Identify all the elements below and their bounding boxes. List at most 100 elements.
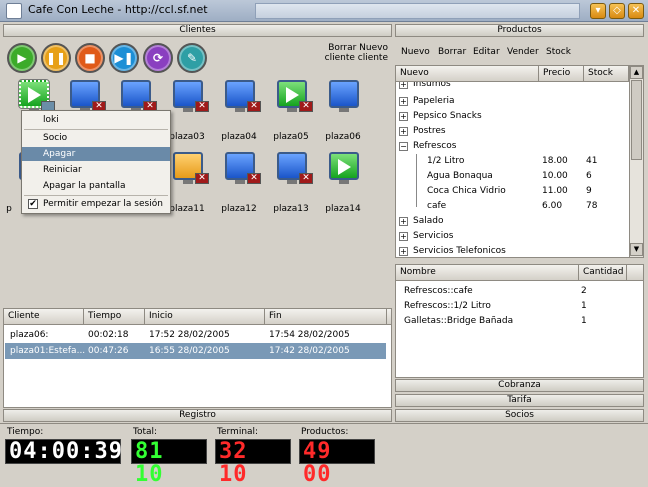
scroll-thumb[interactable] [631,80,642,160]
tree-row-coca-chica[interactable]: Coca Chica Vidrio 11.00 9 [396,184,626,199]
expand-icon[interactable]: + [399,217,408,226]
col-fin[interactable]: Fin [265,309,387,325]
pause-button[interactable]: ❚❚ [41,43,71,73]
window-menu-icon[interactable] [6,3,22,19]
tree-row-papeleria[interactable]: + Papeleria [396,94,626,109]
client-label: plaza12 [221,204,257,214]
play-button[interactable]: ▶ [7,43,37,73]
tree-row-postres[interactable]: + Postres [396,124,626,139]
cell-cantidad: 2 [581,286,587,296]
tree-row-refrescos[interactable]: − Refrescos [396,139,626,154]
status-bar: Tiempo: 04:00:39 Total: 81 10 Terminal: … [0,423,648,486]
scroll-down-icon[interactable]: ▼ [630,243,643,256]
client-label: plaza04 [221,132,257,142]
table-row[interactable]: Galletas::Bridge Bañada 1 [396,313,643,329]
products-tree: Nuevo Precio Stock + Insumos + Papeleria +… [395,65,644,258]
col-precio[interactable]: Precio [539,66,584,82]
client-plaza12[interactable]: ✕ plaza12 [211,152,267,218]
registro-tab[interactable]: Registro [3,409,392,422]
table-row[interactable]: plaza01:Estefa... 00:47:26 16:55 28/02/2… [5,343,386,359]
expand-icon[interactable]: + [399,247,408,256]
menu-vender[interactable]: Vender [507,44,539,60]
col-nombre[interactable]: Nombre [396,265,579,281]
toolbar-hint: Borrar Nuevo cliente cliente [320,43,388,63]
tree-stock: 6 [586,171,592,181]
menu-item-loki[interactable]: loki [22,113,170,127]
title-field [255,3,580,19]
menu-item-permitir-sesion[interactable]: Permitir empezar la sesión [22,197,170,211]
col-cantidad[interactable]: Cantidad [579,265,627,281]
tree-row-insumos[interactable]: + Insumos [396,82,626,92]
menu-item-apagar[interactable]: Apagar [22,147,170,161]
col-inicio[interactable]: Inicio [145,309,265,325]
toolbar-hint-line1: Borrar Nuevo [328,43,388,53]
col-tiempo[interactable]: Tiempo [84,309,145,325]
productos-header[interactable]: Productos [395,24,644,37]
menu-nuevo[interactable]: Nuevo [401,44,430,60]
menu-item-apagar-pantalla[interactable]: Apagar la pantalla [22,179,170,193]
table-row[interactable]: plaza06: 00:02:18 17:52 28/02/2005 17:54… [4,327,391,343]
expand-icon[interactable]: + [399,232,408,241]
skip-button[interactable]: ▶❚ [109,43,139,73]
menu-stock[interactable]: Stock [546,44,571,60]
tree-row-pepsico[interactable]: + Pepsico Snacks [396,109,626,124]
expand-icon[interactable]: + [399,127,408,136]
tree-stock: 41 [586,156,598,166]
tab-socios[interactable]: Socios [395,409,644,422]
client-plaza13[interactable]: ✕ plaza13 [263,152,319,218]
cell-fin: 17:42 28/02/2005 [269,346,350,356]
client-plaza05[interactable]: ✕ plaza05 [263,80,319,146]
client-plaza14[interactable]: plaza14 [315,152,371,218]
expand-icon[interactable]: + [399,82,408,89]
col-nuevo[interactable]: Nuevo [396,66,539,82]
client-label: plaza13 [273,204,309,214]
tree-row-salado[interactable]: + Salado [396,214,626,229]
monitor-icon: ✕ [70,80,106,112]
sessions-table: Cliente Tiempo Inicio Fin plaza06: 00:02… [3,308,392,408]
tree-row-servicios-telefonicos[interactable]: + Servicios Telefonicos [396,244,626,257]
cell-cliente: plaza06: [10,330,49,340]
close-icon[interactable]: ✕ [628,3,644,19]
tab-tarifa[interactable]: Tarifa [395,394,644,407]
expand-icon[interactable]: + [399,97,408,106]
products-scrollbar[interactable]: ▲ ▼ [629,66,643,257]
table-row[interactable]: Refrescos::1/2 Litro 1 [396,298,643,314]
client-plaza06[interactable]: plaza06 [315,80,371,146]
pause-icon: ❚❚ [45,51,67,65]
table-row[interactable]: Refrescos::cafe 2 [396,283,643,299]
menu-item-socio[interactable]: Socio [22,131,170,145]
edit-button[interactable]: ✎ [177,43,207,73]
terminal-display: 32 10 [215,439,291,486]
tree-row-agua-bonaqua[interactable]: Agua Bonaqua 10.00 6 [396,169,626,184]
tree-row-cafe[interactable]: cafe 6.00 78 [396,199,626,214]
client-label: plaza14 [325,204,361,214]
tree-row-medio-litro[interactable]: 1/2 Litro 18.00 41 [396,154,626,169]
stop-button[interactable]: ■ [75,43,105,73]
menu-item-reiniciar[interactable]: Reiniciar [22,163,170,177]
menu-separator [24,195,168,196]
sync-button[interactable]: ⟳ [143,43,173,73]
collapse-icon[interactable]: − [399,142,408,151]
col-stock[interactable]: Stock [584,66,629,82]
cell-tiempo: 00:02:18 [88,330,129,340]
cell-inicio: 17:52 28/02/2005 [149,330,230,340]
menu-editar[interactable]: Editar [473,44,500,60]
minimize-icon[interactable]: ▾ [590,3,606,19]
expand-icon[interactable]: + [399,112,408,121]
maximize-icon[interactable]: ◇ [609,3,625,19]
monitor-icon: ✕ [225,152,261,184]
client-plaza04[interactable]: ✕ plaza04 [211,80,267,146]
tree-label: cafe [427,201,447,211]
monitor-icon: ✕ [173,152,209,184]
scroll-up-icon[interactable]: ▲ [630,66,643,79]
productos-display: 49 00 [299,439,375,486]
window-title: Cafe Con Leche - http://ccl.sf.net [28,3,208,16]
col-cliente[interactable]: Cliente [4,309,84,325]
tree-precio: 11.00 [542,186,568,196]
menu-borrar[interactable]: Borrar [438,44,466,60]
monitor-icon [329,152,359,184]
tree-row-servicios[interactable]: + Servicios [396,229,626,244]
clientes-header[interactable]: Clientes [3,24,392,37]
tab-cobranza[interactable]: Cobranza [395,379,644,392]
products-header: Nuevo Precio Stock [396,66,629,82]
